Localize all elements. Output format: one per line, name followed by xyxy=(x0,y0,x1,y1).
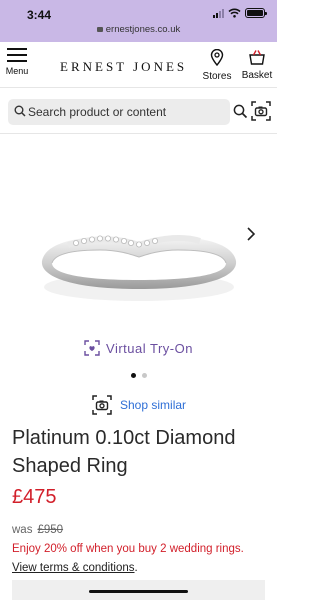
hamburger-icon xyxy=(7,48,27,50)
virtual-try-on-button[interactable]: Virtual Try-On xyxy=(0,340,277,361)
product-image[interactable] xyxy=(0,135,277,360)
status-bar: 3:44 ernestjones.co.uk xyxy=(0,0,277,42)
status-time: 3:44 xyxy=(27,8,52,22)
hamburger-icon-bar xyxy=(7,54,27,56)
signal-icon xyxy=(213,8,224,18)
ring-image xyxy=(41,234,237,301)
hamburger-icon-bar xyxy=(7,60,27,62)
basket-label: Basket xyxy=(241,70,273,81)
carousel-dot[interactable] xyxy=(141,373,147,378)
terms-link[interactable]: View terms & conditions xyxy=(12,562,135,574)
carousel-dot[interactable] xyxy=(130,373,136,378)
stores-label: Stores xyxy=(202,71,232,82)
basket-button[interactable]: Basket xyxy=(240,49,274,81)
promo-text: Enjoy 20% off when you buy 2 wedding rin… xyxy=(12,543,244,555)
terms-row: View terms & conditions. xyxy=(12,562,138,574)
search-submit-icon[interactable] xyxy=(233,104,248,119)
product-price: £475 xyxy=(12,486,57,508)
search-field[interactable] xyxy=(8,99,230,125)
url-text: ernestjones.co.uk xyxy=(105,24,181,35)
product-title: Platinum 0.10ct Diamond Shaped Ring xyxy=(12,427,236,477)
camera-search-icon xyxy=(92,395,112,415)
location-pin-icon xyxy=(210,48,224,67)
was-price: £950 xyxy=(37,524,64,536)
search-bar xyxy=(0,90,277,134)
camera-search-icon[interactable] xyxy=(251,101,271,121)
virtual-try-on-icon xyxy=(84,340,100,356)
wifi-icon xyxy=(228,8,241,18)
terms-suffix: . xyxy=(134,562,138,574)
lock-icon xyxy=(96,27,103,32)
carousel-dots xyxy=(0,373,277,378)
stores-button[interactable]: Stores xyxy=(202,48,232,82)
search-icon xyxy=(14,105,26,117)
shop-similar-button[interactable]: Shop similar xyxy=(92,395,186,415)
home-indicator xyxy=(89,590,188,593)
status-icons xyxy=(213,8,267,18)
search-input[interactable] xyxy=(28,102,228,122)
basket-icon xyxy=(249,50,265,65)
site-header: Menu ERNEST JONES Stores Basket xyxy=(0,42,277,88)
menu-button[interactable]: Menu xyxy=(4,48,30,76)
was-label: was xyxy=(12,524,33,536)
chevron-right-icon[interactable] xyxy=(246,226,256,242)
shop-similar-label: Shop similar xyxy=(120,398,187,412)
menu-label: Menu xyxy=(5,66,29,76)
virtual-try-on-label: Virtual Try-On xyxy=(106,340,193,356)
battery-icon xyxy=(245,8,267,18)
site-logo[interactable]: ERNEST JONES xyxy=(60,59,187,75)
was-price-row: was £950 xyxy=(12,524,63,536)
url-bar[interactable]: ernestjones.co.uk xyxy=(0,24,277,35)
